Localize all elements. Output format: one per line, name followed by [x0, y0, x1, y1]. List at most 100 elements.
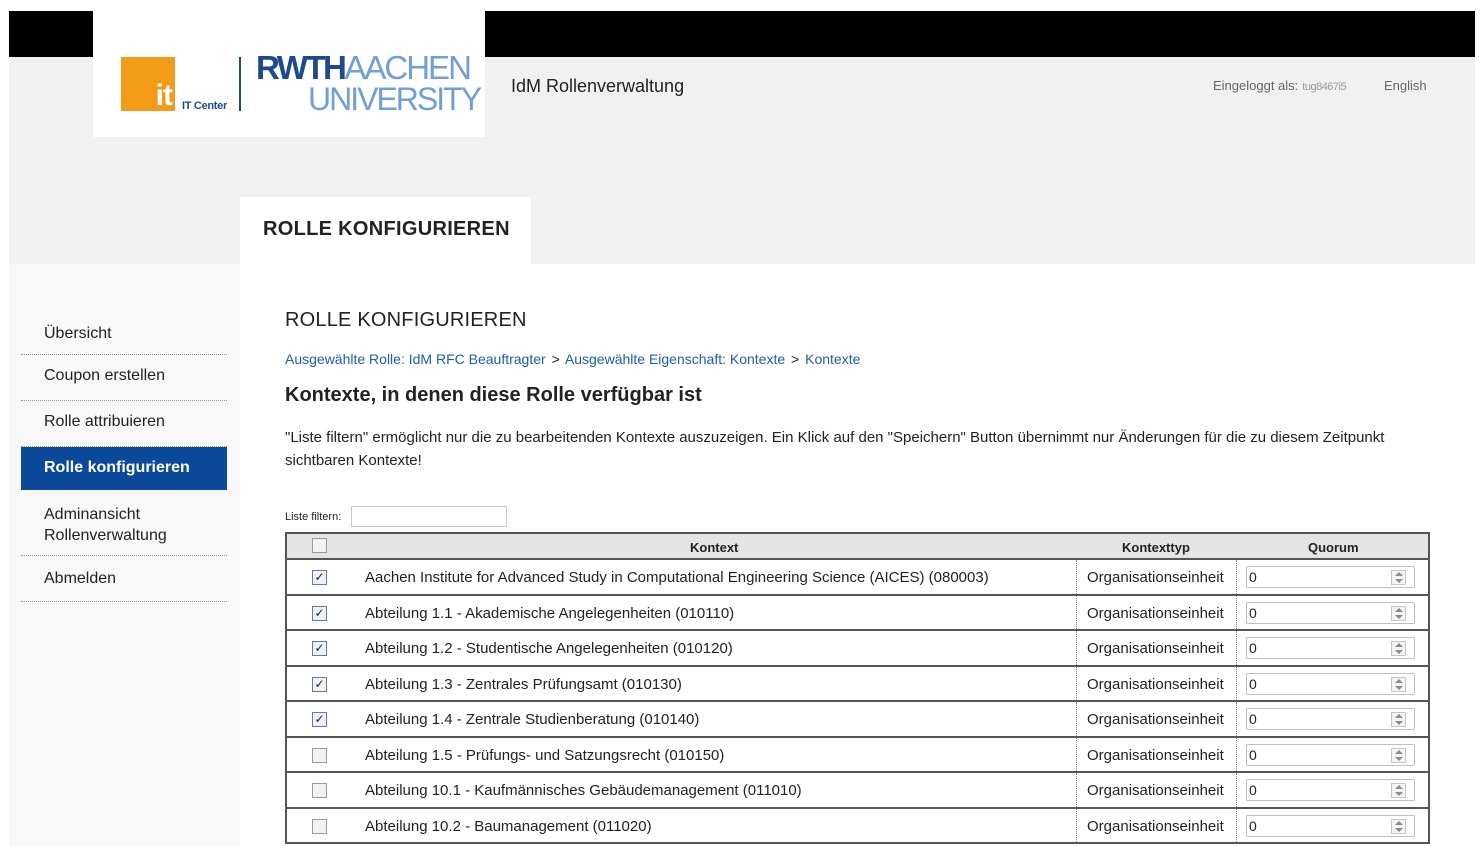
row-checkbox[interactable]: [312, 747, 327, 763]
quorum-stepper[interactable]: 0: [1246, 601, 1415, 624]
sidebar-item-adminansicht[interactable]: Adminansicht Rollenverwaltung: [21, 493, 227, 556]
kontexttyp-cell: Organisationseinheit: [1087, 817, 1224, 835]
quorum-stepper[interactable]: 0: [1246, 637, 1415, 659]
column-divider: [1076, 631, 1077, 665]
column-divider: [1236, 808, 1237, 842]
quorum-value: 0: [1249, 817, 1257, 834]
quorum-stepper[interactable]: 0: [1246, 814, 1415, 837]
kontext-cell: Abteilung 1.1 - Akademische Angelegenhei…: [365, 604, 735, 622]
header-quorum: Quorum: [1308, 540, 1359, 555]
quorum-stepper[interactable]: 0: [1246, 566, 1415, 588]
spinner-arrows-icon[interactable]: [1391, 747, 1406, 763]
table-row: ✓ Abteilung 1.3 - Zentrales Prüfungsamt (…: [287, 666, 1428, 702]
kontexttyp-cell: Organisationseinheit: [1087, 640, 1224, 657]
breadcrumb-role[interactable]: Ausgewählte Rolle: IdM RFC Beauftragter: [285, 351, 546, 367]
kontexttyp-cell: Organisationseinheit: [1087, 711, 1224, 728]
kontext-cell: Abteilung 1.5 - Prüfungs- und Satzungsre…: [365, 746, 725, 764]
header-kontext: Kontext: [690, 540, 739, 555]
spinner-arrows-icon[interactable]: [1391, 783, 1406, 798]
quorum-value: 0: [1249, 604, 1257, 621]
select-all-checkbox[interactable]: [312, 538, 327, 553]
language-link[interactable]: English: [1384, 78, 1427, 93]
sidebar-item-rolle-attribuieren[interactable]: Rolle attribuieren: [21, 401, 227, 447]
page-tab: ROLLE KONFIGURIEREN: [240, 197, 531, 264]
logo[interactable]: it IT Center RWTHAACHEN UNIVERSITY: [93, 11, 485, 137]
column-divider: [1236, 595, 1237, 629]
kontexttyp-cell: Organisationseinheit: [1087, 782, 1224, 799]
kontext-cell: Abteilung 1.3 - Zentrales Prüfungsamt (0…: [365, 675, 682, 693]
column-divider: [1076, 666, 1077, 700]
table-header: Kontext Kontexttyp Quorum: [287, 534, 1428, 560]
app-title: IdM Rollenverwaltung: [511, 76, 685, 96]
kontext-cell: Aachen Institute for Advanced Study in C…: [365, 569, 989, 586]
logo-divider: [239, 57, 241, 111]
table-row: ✓ Abteilung 1.1 - Akademische Angelegenhe…: [287, 595, 1428, 631]
quorum-stepper[interactable]: 0: [1246, 779, 1415, 801]
table-row: ✓ Abteilung 1.2 - Studentische Angelegenh…: [287, 631, 1428, 667]
spinner-arrows-icon[interactable]: [1391, 676, 1406, 692]
column-divider: [1076, 702, 1077, 736]
header-kontexttyp: Kontexttyp: [1122, 540, 1190, 555]
quorum-value: 0: [1249, 746, 1257, 763]
table-row: Abteilung 10.2 - Baumanagement (011020) O…: [287, 808, 1428, 844]
row-checkbox[interactable]: [312, 783, 327, 798]
row-checkbox[interactable]: [312, 818, 327, 834]
sidebar-item-coupon-erstellen[interactable]: Coupon erstellen: [21, 355, 227, 401]
spinner-arrows-icon[interactable]: [1391, 570, 1406, 585]
breadcrumb-contexts[interactable]: Kontexte: [805, 351, 860, 367]
table-row: Abteilung 1.5 - Prüfungs- und Satzungsre…: [287, 737, 1428, 773]
table-row: Abteilung 10.1 - Kaufmännisches Gebäudem…: [287, 773, 1428, 809]
filter-label: Liste filtern:: [285, 511, 342, 523]
login-username: tug8467i5: [1302, 81, 1347, 93]
spinner-arrows-icon[interactable]: [1391, 818, 1406, 834]
quorum-stepper[interactable]: 0: [1246, 708, 1415, 730]
sidebar-item-rolle-konfigurieren[interactable]: Rolle konfigurieren: [21, 447, 227, 490]
column-divider: [1236, 737, 1237, 771]
kontexttyp-cell: Organisationseinheit: [1087, 569, 1224, 586]
kontext-cell: Abteilung 10.1 - Kaufmännisches Gebäudem…: [365, 782, 802, 799]
kontext-cell: Abteilung 1.4 - Zentrale Studienberatung…: [365, 711, 700, 728]
quorum-value: 0: [1249, 782, 1257, 798]
row-checkbox[interactable]: ✓: [312, 676, 327, 692]
section-heading: Kontexte, in denen diese Rolle verfügbar…: [285, 384, 702, 406]
sidebar-item-abmelden[interactable]: Abmelden: [21, 556, 227, 602]
rwth-wordmark: RWTHAACHEN: [256, 49, 472, 86]
sidebar-item-uebersicht[interactable]: Übersicht: [21, 314, 227, 355]
main-content: ROLLE KONFIGURIEREN Ausgewählte Rolle: I…: [240, 264, 1475, 846]
column-divider: [1076, 560, 1077, 594]
university-wordmark: UNIVERSITY: [308, 81, 482, 117]
kontext-cell: Abteilung 10.2 - Baumanagement (011020): [365, 817, 652, 835]
sidebar: Übersicht Coupon erstellen Rolle attribu…: [9, 264, 240, 846]
kontexttyp-cell: Organisationseinheit: [1087, 746, 1224, 764]
quorum-stepper[interactable]: 0: [1246, 672, 1415, 695]
column-divider: [1076, 808, 1077, 842]
description-text: "Liste filtern" ermöglicht nur die zu be…: [285, 429, 1385, 469]
content-title: ROLLE KONFIGURIEREN: [285, 309, 527, 331]
breadcrumb-property[interactable]: Ausgewählte Eigenschaft: Kontexte: [565, 351, 785, 367]
row-checkbox[interactable]: ✓: [312, 605, 327, 621]
breadcrumb: Ausgewählte Rolle: IdM RFC Beauftragter …: [285, 351, 861, 367]
filter-input[interactable]: [351, 506, 507, 527]
column-divider: [1236, 666, 1237, 700]
spinner-arrows-icon[interactable]: [1391, 712, 1406, 727]
row-checkbox[interactable]: ✓: [312, 641, 327, 656]
row-checkbox[interactable]: ✓: [312, 570, 327, 585]
login-info: Eingeloggt als: tug8467i5: [1213, 78, 1347, 93]
app-frame: it IT Center RWTHAACHEN UNIVERSITY IdM R…: [9, 11, 1475, 846]
column-divider: [1236, 631, 1237, 665]
it-center-label: IT Center: [182, 100, 227, 112]
table-row: ✓ Aachen Institute for Advanced Study in …: [287, 560, 1428, 596]
row-checkbox[interactable]: ✓: [312, 712, 327, 727]
column-divider: [1236, 560, 1237, 594]
quorum-value: 0: [1249, 569, 1257, 585]
kontext-cell: Abteilung 1.2 - Studentische Angelegenhe…: [365, 640, 733, 657]
spinner-arrows-icon[interactable]: [1391, 605, 1406, 621]
column-divider: [1076, 773, 1077, 807]
table-body: ✓ Aachen Institute for Advanced Study in …: [287, 560, 1428, 844]
quorum-value: 0: [1249, 675, 1257, 692]
kontexttyp-cell: Organisationseinheit: [1087, 604, 1224, 622]
quorum-value: 0: [1249, 711, 1257, 727]
spinner-arrows-icon[interactable]: [1391, 641, 1406, 656]
kontexttyp-cell: Organisationseinheit: [1087, 675, 1224, 693]
quorum-stepper[interactable]: 0: [1246, 743, 1415, 766]
